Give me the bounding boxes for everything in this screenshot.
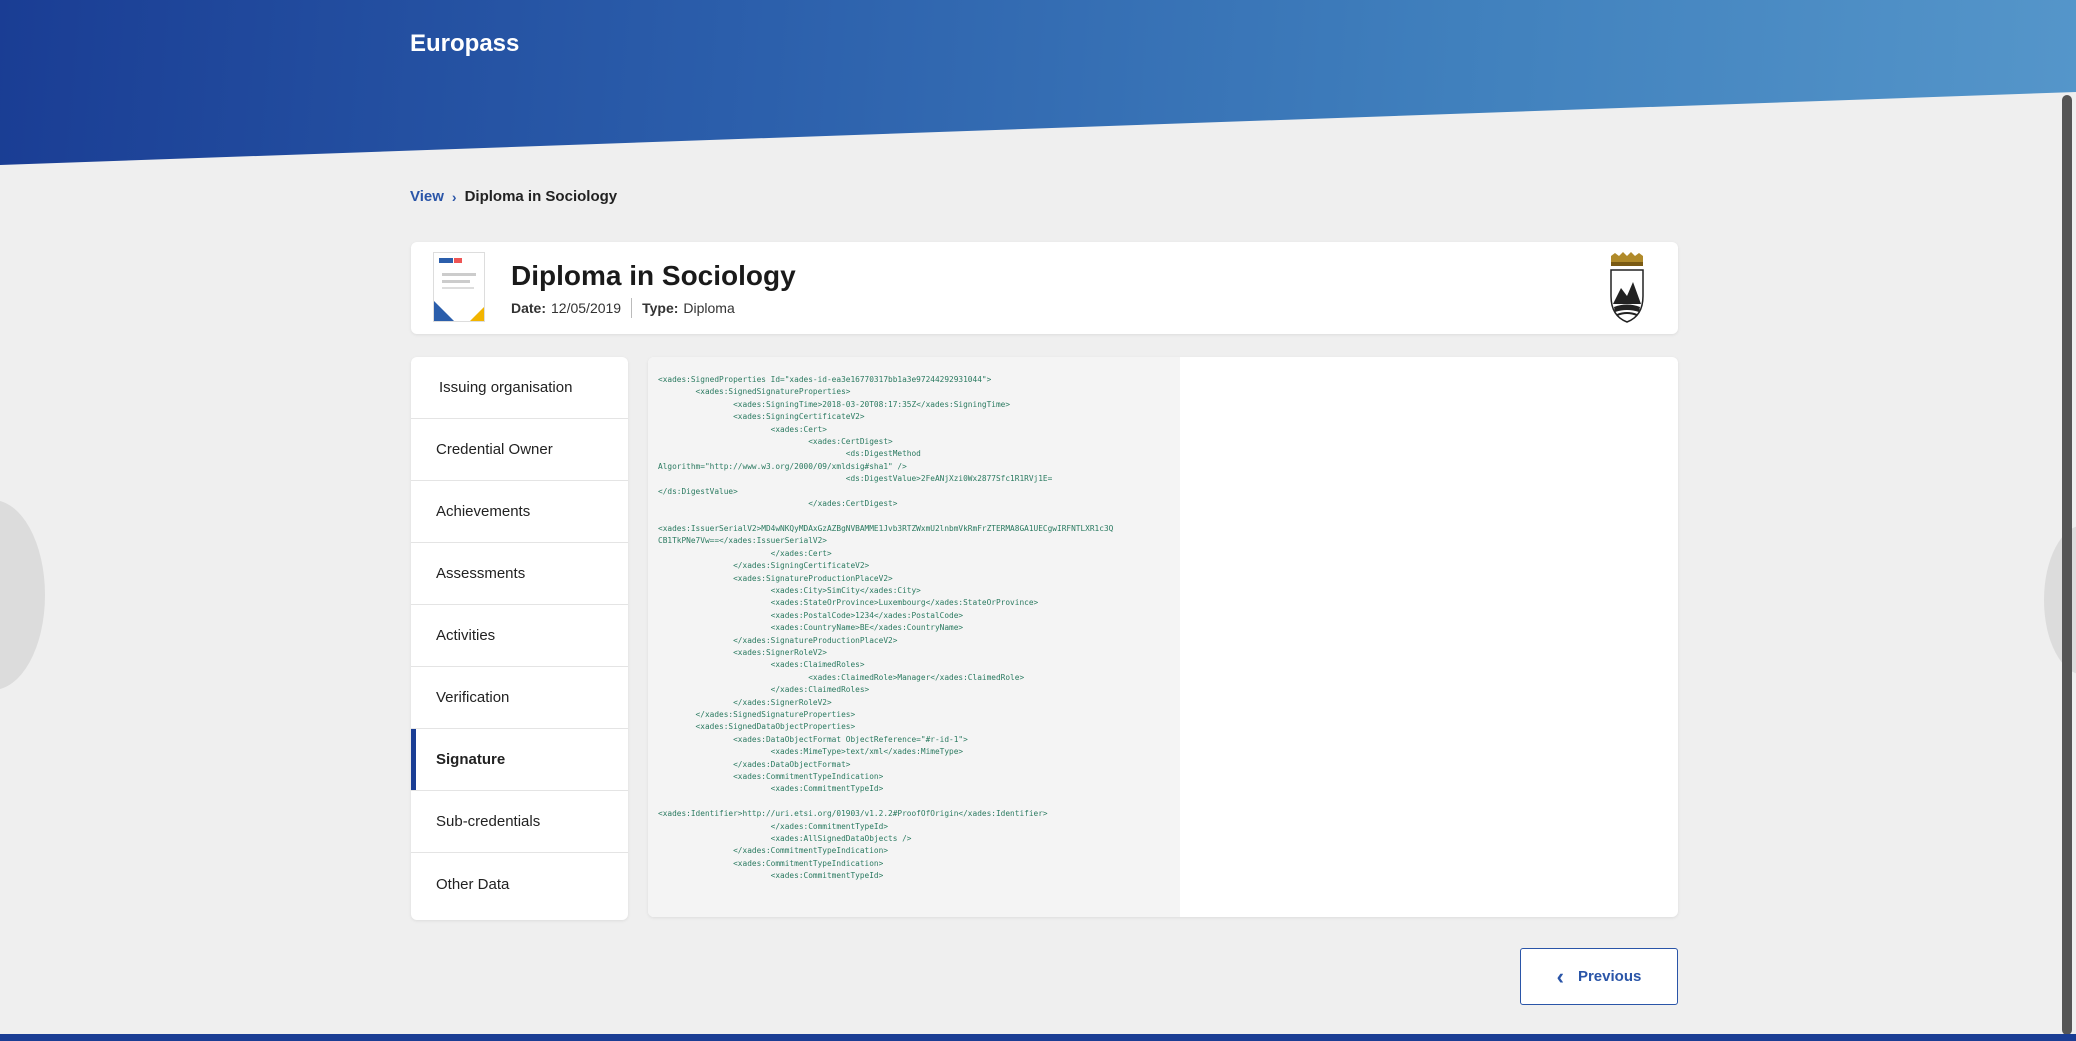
xml-line: <xades:ClaimedRoles> <box>658 660 865 670</box>
date-label: Date: <box>511 300 547 316</box>
credential-title: Diploma in Sociology <box>511 260 796 291</box>
footer-bar <box>0 1034 2076 1041</box>
xml-line: <xades:PostalCode>1234</xades:PostalCode… <box>658 610 964 620</box>
xml-line: <ds:DigestValue>2FeANjXzi0Wx2877Sfc1R1RV… <box>658 474 1053 484</box>
scrollbar[interactable] <box>2062 95 2072 1035</box>
xml-line: </xades:SignatureProductionPlaceV2> <box>658 635 898 645</box>
issuer-crest-icon <box>1610 252 1644 323</box>
xml-line: <ds:DigestMethod <box>658 449 921 459</box>
prev-slide-handle[interactable] <box>0 500 45 690</box>
breadcrumb-view-link[interactable]: View <box>410 188 444 205</box>
europass-header <box>0 0 2076 165</box>
xml-line: <xades:SignedDataObjectProperties> <box>658 722 856 732</box>
xml-line: <xades:StateOrProvince>Luxembourg</xades… <box>658 598 1039 608</box>
xml-line: <xades:CertDigest> <box>658 437 893 447</box>
chevron-left-icon: ‹ <box>1556 963 1564 989</box>
breadcrumb-current: Diploma in Sociology <box>464 188 618 205</box>
date-value: 12/05/2019 <box>551 300 622 316</box>
xml-line: <xades:ClaimedRole>Manager</xades:Claime… <box>658 672 1025 682</box>
nav-item-verification[interactable]: Verification <box>411 667 628 729</box>
nav-item-assessments[interactable]: Assessments <box>411 543 628 605</box>
xml-line: <xades:Cert> <box>658 424 827 434</box>
xml-line: </xades:DataObjectFormat> <box>658 759 851 769</box>
nav-item-other-data[interactable]: Other Data <box>411 853 628 915</box>
xml-line: <xades:SignatureProductionPlaceV2> <box>658 573 893 583</box>
xml-line: </xades:CommitmentTypeId> <box>658 821 889 831</box>
credential-header-card: Diploma in Sociology Date: 12/05/2019 Ty… <box>411 242 1678 334</box>
xml-line <box>658 510 1180 522</box>
xml-line: <xades:AllSignedDataObjects /> <box>658 834 912 844</box>
nav-item-signature[interactable]: Signature <box>411 729 628 791</box>
brand-logo-text[interactable]: Europass <box>410 30 519 58</box>
xml-line: <xades:SignedSignatureProperties> <box>658 387 851 397</box>
xml-line: <xades:CommitmentTypeId> <box>658 784 884 794</box>
xml-line: <xades:MimeType>text/xml</xades:MimeType… <box>658 747 964 757</box>
type-value: Diploma <box>683 300 735 316</box>
credential-nav-menu: Issuing organisation Credential Owner Ac… <box>411 357 628 920</box>
nav-item-credential-owner[interactable]: Credential Owner <box>411 419 628 481</box>
meta-divider <box>631 298 633 318</box>
xml-line <box>658 796 1180 808</box>
xml-line: CB1TkPNe7Vw==</xades:IssuerSerialV2> <box>658 536 827 546</box>
nav-item-issuing-organisation[interactable]: Issuing organisation <box>411 357 628 419</box>
xml-line: <xades:IssuerSerialV2>MD4wNKQyMDAxGzAZBg… <box>658 523 1114 533</box>
xml-line: </xades:Cert> <box>658 548 832 558</box>
xml-line: </xades:CertDigest> <box>658 499 898 509</box>
xml-line: </ds:DigestValue> <box>658 486 738 496</box>
xml-line: <xades:SignerRoleV2> <box>658 647 827 657</box>
xml-line: </xades:SigningCertificateV2> <box>658 561 870 571</box>
xml-line: <xades:Identifier>http://uri.etsi.org/01… <box>658 809 1048 819</box>
previous-button[interactable]: ‹ Previous <box>1520 948 1678 1005</box>
xml-line: </xades:ClaimedRoles> <box>658 685 870 695</box>
diploma-thumbnail[interactable] <box>433 252 485 322</box>
xml-line: <xades:SigningTime>2018-03-20T08:17:35Z<… <box>658 399 1011 409</box>
xml-line: <xades:SignedProperties Id="xades-id-ea3… <box>658 375 992 384</box>
xml-line: <xades:CommitmentTypeIndication> <box>658 858 884 868</box>
type-label: Type: <box>642 300 679 316</box>
xml-line: <xades:CommitmentTypeId> <box>658 871 884 881</box>
signature-xml-code[interactable]: <xades:SignedProperties Id="xades-id-ea3… <box>648 357 1180 917</box>
breadcrumb: View › Diploma in Sociology <box>410 188 617 205</box>
xml-line: <xades:City>SimCity</xades:City> <box>658 585 921 595</box>
xml-line: </xades:SignerRoleV2> <box>658 697 832 707</box>
nav-item-activities[interactable]: Activities <box>411 605 628 667</box>
previous-button-label: Previous <box>1577 968 1642 985</box>
nav-item-achievements[interactable]: Achievements <box>411 481 628 543</box>
xml-line: <xades:CountryName>BE</xades:CountryName… <box>658 623 964 633</box>
xml-line: <xades:CommitmentTypeIndication> <box>658 772 884 781</box>
xml-line: <xades:SigningCertificateV2> <box>658 412 865 422</box>
xml-line: <xades:DataObjectFormat ObjectReference=… <box>658 734 968 744</box>
credential-meta: Date: 12/05/2019 Type: Diploma <box>511 298 735 318</box>
chevron-right-icon: › <box>451 188 457 205</box>
signature-panel: <xades:SignedProperties Id="xades-id-ea3… <box>648 357 1678 917</box>
xml-line: </xades:SignedSignatureProperties> <box>658 709 856 719</box>
nav-item-sub-credentials[interactable]: Sub-credentials <box>411 791 628 853</box>
xml-line: </xades:CommitmentTypeIndication> <box>658 846 889 856</box>
xml-line: Algorithm="http://www.w3.org/2000/09/xml… <box>658 461 907 471</box>
